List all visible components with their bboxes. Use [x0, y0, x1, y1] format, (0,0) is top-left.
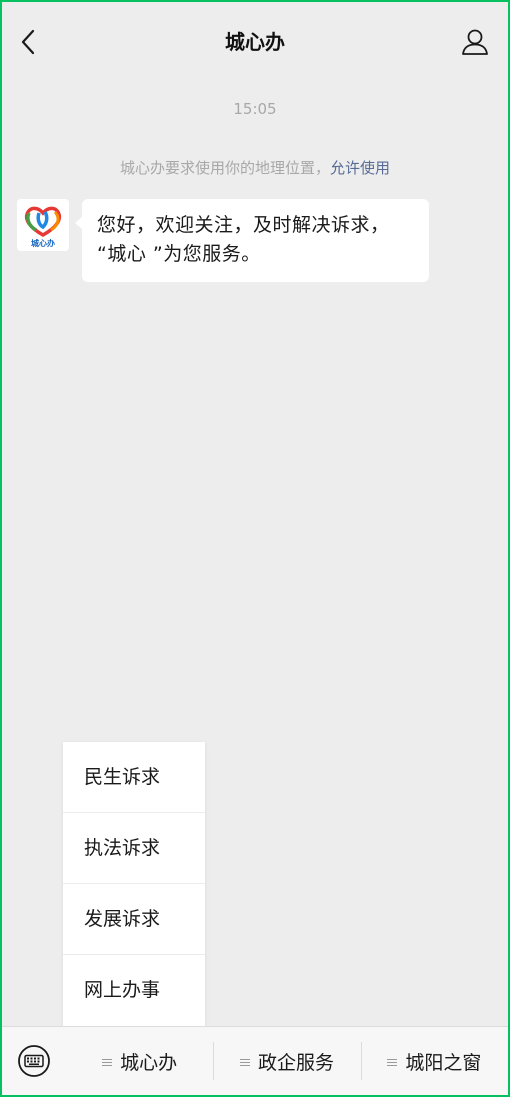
message-bubble[interactable]: 您好，欢迎关注，及时解决诉求， “城心 ”为您服务。 [75, 199, 429, 282]
avatar-logo-text: 城心办 [31, 238, 55, 248]
submenu-item-law-enforcement-appeal[interactable]: 执法诉求 [63, 813, 205, 884]
menu-lines-icon [387, 1057, 398, 1068]
menu-button-label: 城心办 [120, 1051, 178, 1074]
menu-lines-icon [239, 1057, 250, 1068]
submenu-item-development-appeal[interactable]: 发展诉求 [63, 884, 205, 955]
top-navigation-bar: 城心办 [2, 2, 508, 80]
message-timestamp: 15:05 [233, 100, 277, 118]
bottom-menu-bar: 城心办 政企服务 城阳之窗 [2, 1026, 508, 1095]
submenu-popup: 民生诉求 执法诉求 发展诉求 网上办事 [63, 742, 205, 1026]
chat-screen: 城心办 15:05 城心办要求使用你的地理位置，允许使用 城心办 您好，欢迎关注… [2, 2, 508, 1095]
message-line-2: “城心 ”为您服务。 [97, 243, 261, 265]
menu-lines-icon [102, 1057, 113, 1068]
message-line-1: 您好，欢迎关注，及时解决诉求， [97, 214, 390, 236]
menu-button-city-heart-office[interactable]: 城心办 [66, 1027, 213, 1096]
page-title: 城心办 [225, 29, 285, 54]
system-message-text: 城心办要求使用你的地理位置， [119, 159, 330, 177]
keyboard-icon[interactable] [2, 1027, 66, 1096]
menu-button-label: 城阳之窗 [405, 1051, 482, 1074]
menu-button-government-enterprise-services[interactable]: 政企服务 [213, 1027, 360, 1096]
allow-location-link[interactable]: 允许使用 [330, 159, 390, 177]
submenu-item-livelihood-appeal[interactable]: 民生诉求 [63, 742, 205, 813]
submenu-item-online-services[interactable]: 网上办事 [63, 955, 205, 1026]
chevron-left-icon[interactable] [16, 26, 44, 58]
location-permission-notice: 城心办要求使用你的地理位置，允许使用 [2, 157, 508, 178]
menu-button-label: 政企服务 [257, 1051, 334, 1074]
avatar[interactable]: 城心办 [17, 199, 69, 251]
city-heart-logo-icon: 城心办 [17, 199, 69, 251]
person-icon[interactable] [460, 26, 490, 58]
menu-button-chengyang-window[interactable]: 城阳之窗 [360, 1027, 508, 1096]
